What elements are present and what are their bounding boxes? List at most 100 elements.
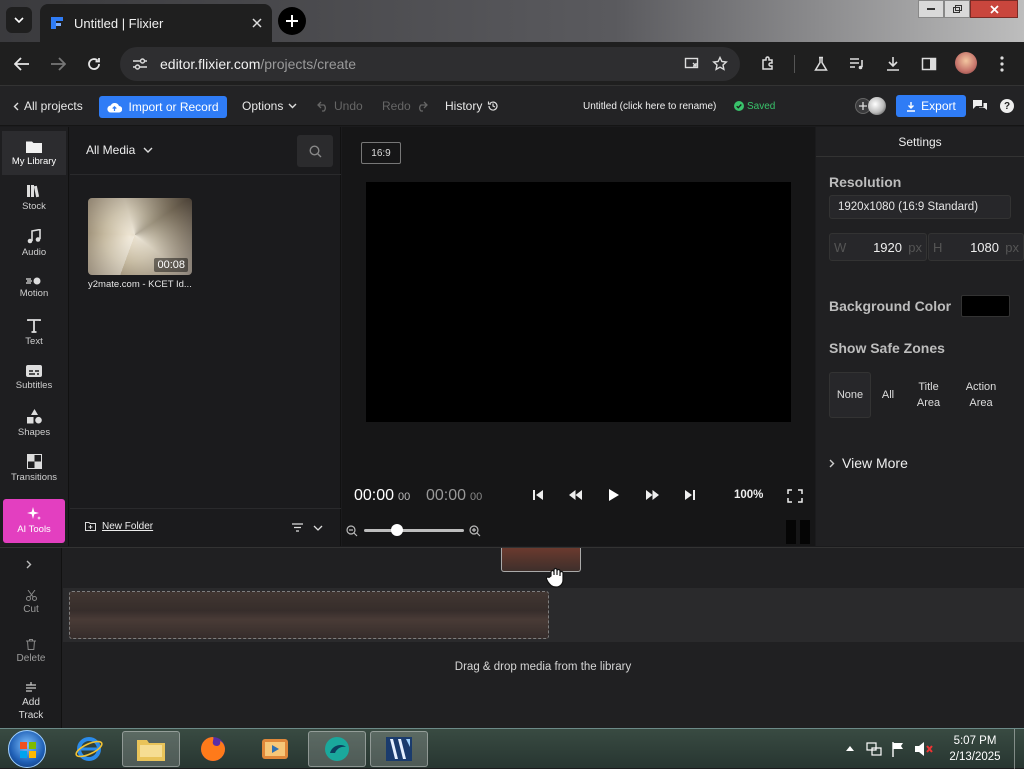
site-settings-icon[interactable]	[132, 57, 148, 71]
video-track[interactable]	[63, 588, 1024, 642]
media-control-button[interactable]	[845, 52, 869, 76]
windows-logo-icon	[20, 742, 36, 758]
collaborators[interactable]	[855, 97, 886, 115]
play-button[interactable]	[606, 488, 622, 502]
browser-menu-button[interactable]	[990, 52, 1014, 76]
settings-title: Settings	[816, 127, 1024, 157]
minimize-icon	[927, 8, 935, 10]
height-input[interactable]: H 1080 px	[928, 233, 1024, 261]
zoom-slider-handle[interactable]	[391, 524, 403, 536]
all-projects-link[interactable]: All projects	[13, 86, 83, 126]
reload-icon	[88, 58, 100, 70]
tab-search-button[interactable]	[6, 7, 32, 33]
add-track-button[interactable]: Add Track	[0, 682, 62, 722]
tray-action-center-icon[interactable]	[891, 741, 905, 757]
rail-label: Motion	[19, 288, 49, 299]
taskbar-firefox[interactable]	[184, 731, 242, 767]
undo-button[interactable]: Undo	[317, 86, 363, 126]
sort-dropdown[interactable]	[313, 525, 323, 531]
rail-my-library[interactable]: My Library	[2, 131, 66, 175]
extensions-button[interactable]	[756, 52, 780, 76]
comments-button[interactable]	[972, 99, 988, 113]
sort-button[interactable]	[292, 523, 303, 532]
safe-zone-all[interactable]: All	[874, 372, 902, 418]
minimize-button[interactable]	[918, 0, 944, 18]
media-filter-dropdown[interactable]: All Media	[86, 143, 153, 157]
close-tab-icon[interactable]	[252, 18, 262, 28]
media-thumbnail[interactable]: 00:08	[88, 198, 192, 275]
taskbar-video-editor[interactable]	[370, 731, 428, 767]
zoom-in-button[interactable]	[469, 525, 481, 537]
options-menu[interactable]: Options	[242, 86, 297, 126]
scissors-icon	[25, 590, 37, 601]
media-name: y2mate.com - KCET Id...	[88, 279, 192, 290]
reload-button[interactable]	[82, 52, 106, 76]
tray-volume-muted-icon[interactable]	[914, 741, 934, 757]
fast-forward-button[interactable]	[644, 488, 660, 502]
taskbar-file-explorer[interactable]	[122, 731, 180, 767]
show-hidden-icons-button[interactable]	[846, 745, 854, 751]
rail-subtitles[interactable]: Subtitles	[2, 356, 66, 400]
tray-clock[interactable]: 5:07 PM 2/13/2025	[940, 733, 1010, 765]
rewind-button[interactable]	[567, 488, 583, 502]
downloads-button[interactable]	[881, 52, 905, 76]
zoom-level[interactable]: 100%	[734, 489, 763, 501]
side-panel-button[interactable]	[917, 52, 941, 76]
library-search-button[interactable]	[297, 135, 333, 167]
start-button[interactable]	[8, 730, 46, 768]
rail-stock[interactable]: Stock	[2, 176, 66, 220]
tab-flixier[interactable]: Untitled | Flixier	[40, 4, 272, 42]
show-desktop-button[interactable]	[1014, 729, 1024, 769]
history-button[interactable]: History	[445, 86, 499, 126]
chevron-down-icon	[288, 103, 297, 109]
skip-to-start-button[interactable]	[530, 488, 546, 502]
rail-transitions[interactable]: Transitions	[2, 446, 66, 490]
taskbar-app-teal[interactable]	[308, 731, 366, 767]
forward-button[interactable]	[46, 52, 70, 76]
project-name[interactable]: Untitled (click here to rename)	[583, 86, 716, 126]
view-more-button[interactable]: View More	[829, 455, 908, 471]
back-button[interactable]	[10, 52, 34, 76]
rail-motion[interactable]: Motion	[2, 266, 66, 310]
expand-tools-button[interactable]	[26, 560, 32, 569]
help-icon[interactable]: ?	[1000, 99, 1014, 113]
clock-date: 2/13/2025	[949, 751, 1001, 763]
new-folder-button[interactable]: New Folder	[85, 521, 153, 532]
rail-shapes[interactable]: Shapes	[2, 401, 66, 445]
redo-button[interactable]: Redo	[382, 86, 428, 126]
safe-zone-title-area[interactable]: Title Area	[906, 372, 951, 418]
media-player-icon	[262, 739, 288, 759]
media-filter-label: All Media	[86, 143, 136, 157]
fullscreen-button[interactable]	[787, 489, 803, 503]
delete-button[interactable]: Delete	[0, 639, 62, 664]
width-input[interactable]: W 1920 px	[829, 233, 927, 261]
safe-zone-action-area[interactable]: Action Area	[956, 372, 1006, 418]
rail-text[interactable]: Text	[2, 311, 66, 355]
export-button[interactable]: Export	[896, 95, 966, 117]
zoom-out-button[interactable]	[346, 525, 358, 537]
rail-audio[interactable]: Audio	[2, 221, 66, 265]
tray-network-icon[interactable]	[866, 741, 882, 757]
cut-button[interactable]: Cut	[0, 590, 62, 615]
taskbar-internet-explorer[interactable]	[60, 731, 118, 767]
aspect-ratio-button[interactable]: 16:9	[361, 142, 401, 164]
firefox-icon	[201, 737, 225, 761]
import-or-record-button[interactable]: Import or Record	[99, 96, 227, 118]
zoom-slider[interactable]	[364, 524, 464, 536]
resolution-select[interactable]: 1920x1080 (16:9 Standard)	[829, 195, 1011, 219]
labs-button[interactable]	[809, 52, 833, 76]
install-app-icon[interactable]	[684, 56, 700, 72]
preview-canvas[interactable]	[366, 182, 791, 422]
bookmark-star-icon[interactable]	[712, 56, 728, 72]
skip-to-end-button[interactable]	[682, 488, 698, 502]
background-color-swatch[interactable]	[961, 295, 1010, 317]
restore-button[interactable]	[944, 0, 970, 18]
ai-tools-button[interactable]: AI Tools	[3, 499, 65, 543]
safe-zone-none[interactable]: None	[829, 372, 871, 418]
profile-avatar[interactable]	[955, 52, 977, 74]
close-window-button[interactable]	[970, 0, 1018, 18]
taskbar-media-player[interactable]	[246, 731, 304, 767]
user-avatar[interactable]	[868, 97, 886, 115]
url-bar[interactable]: editor.flixier.com/projects/create	[120, 47, 740, 81]
new-tab-button[interactable]	[278, 7, 306, 35]
